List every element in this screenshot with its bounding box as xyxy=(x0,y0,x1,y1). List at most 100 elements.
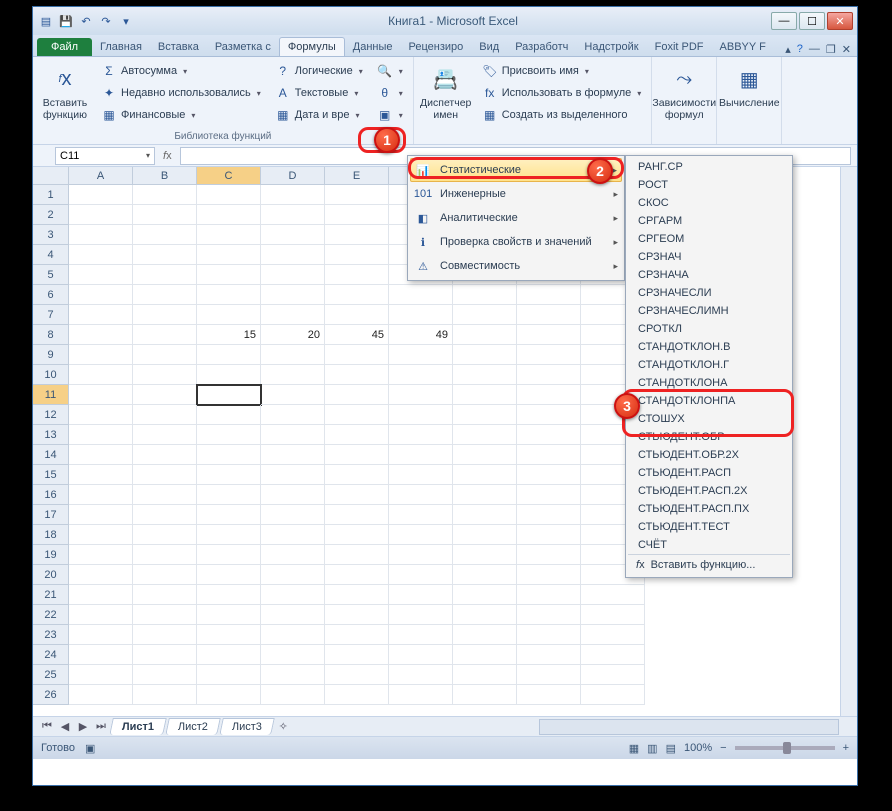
cell-E7[interactable] xyxy=(325,305,389,325)
cell-D17[interactable] xyxy=(261,505,325,525)
cell-G12[interactable] xyxy=(453,405,517,425)
tab-review[interactable]: Рецензиро xyxy=(401,38,472,56)
cell-L24[interactable] xyxy=(581,645,645,665)
close-button[interactable]: ✕ xyxy=(827,12,853,30)
cell-F9[interactable] xyxy=(389,345,453,365)
menu-item-аналитические[interactable]: ◧Аналитические▸ xyxy=(410,206,622,230)
cell-L23[interactable] xyxy=(581,625,645,645)
cell-D14[interactable] xyxy=(261,445,325,465)
function-item-СТАНДОТКЛОНПА[interactable]: СТАНДОТКЛОНПА xyxy=(628,392,790,410)
financial-button[interactable]: ▦Финансовые▾ xyxy=(97,105,265,125)
cell-B6[interactable] xyxy=(133,285,197,305)
cell-B20[interactable] xyxy=(133,565,197,585)
function-item-СРГАРМ[interactable]: СРГАРМ xyxy=(628,212,790,230)
cell-D4[interactable] xyxy=(261,245,325,265)
cell-D7[interactable] xyxy=(261,305,325,325)
function-item-СТЬЮДЕНТ.ТЕСТ[interactable]: СТЬЮДЕНТ.ТЕСТ xyxy=(628,518,790,536)
row-header-26[interactable]: 26 xyxy=(33,685,69,705)
column-header-D[interactable]: D xyxy=(261,167,325,185)
cell-B10[interactable] xyxy=(133,365,197,385)
cell-E22[interactable] xyxy=(325,605,389,625)
cell-H7[interactable] xyxy=(517,305,581,325)
cell-A12[interactable] xyxy=(69,405,133,425)
cell-A26[interactable] xyxy=(69,685,133,705)
cell-B2[interactable] xyxy=(133,205,197,225)
cell-A9[interactable] xyxy=(69,345,133,365)
row-header-13[interactable]: 13 xyxy=(33,425,69,445)
cell-C13[interactable] xyxy=(197,425,261,445)
row-headers[interactable]: 1234567891011121314151617181920212223242… xyxy=(33,185,69,705)
cell-E20[interactable] xyxy=(325,565,389,585)
function-item-СТАНДОТКЛОНА[interactable]: СТАНДОТКЛОНА xyxy=(628,374,790,392)
row-header-4[interactable]: 4 xyxy=(33,245,69,265)
cell-B9[interactable] xyxy=(133,345,197,365)
cell-G21[interactable] xyxy=(453,585,517,605)
cell-D21[interactable] xyxy=(261,585,325,605)
calculation-button[interactable]: ▦ Вычисление xyxy=(723,61,775,142)
function-item-РАНГ.СР[interactable]: РАНГ.СР xyxy=(628,158,790,176)
cell-L21[interactable] xyxy=(581,585,645,605)
cell-D15[interactable] xyxy=(261,465,325,485)
cell-H19[interactable] xyxy=(517,545,581,565)
tab-insert[interactable]: Вставка xyxy=(150,38,207,56)
cell-B21[interactable] xyxy=(133,585,197,605)
column-header-A[interactable]: A xyxy=(69,167,133,185)
row-header-12[interactable]: 12 xyxy=(33,405,69,425)
tab-abbyy[interactable]: ABBYY F xyxy=(712,38,774,56)
cell-A5[interactable] xyxy=(69,265,133,285)
cell-G9[interactable] xyxy=(453,345,517,365)
cell-F17[interactable] xyxy=(389,505,453,525)
cell-H18[interactable] xyxy=(517,525,581,545)
cell-G6[interactable] xyxy=(453,285,517,305)
function-item-СТЬЮДЕНТ.ОБР[interactable]: СТЬЮДЕНТ.ОБР xyxy=(628,428,790,446)
cell-E12[interactable] xyxy=(325,405,389,425)
function-item-СРГЕОМ[interactable]: СРГЕОМ xyxy=(628,230,790,248)
cell-D20[interactable] xyxy=(261,565,325,585)
row-header-24[interactable]: 24 xyxy=(33,645,69,665)
help-icon[interactable]: ? xyxy=(797,43,803,56)
cell-C21[interactable] xyxy=(197,585,261,605)
cell-E19[interactable] xyxy=(325,545,389,565)
lookup-button[interactable]: 🔍▾ xyxy=(373,61,407,81)
column-header-B[interactable]: B xyxy=(133,167,197,185)
cell-C22[interactable] xyxy=(197,605,261,625)
undo-icon[interactable]: ↶ xyxy=(77,12,95,30)
cell-A11[interactable] xyxy=(69,385,133,405)
name-manager-button[interactable]: 📇 Диспетчер имен xyxy=(420,61,472,142)
cell-F20[interactable] xyxy=(389,565,453,585)
cell-A8[interactable] xyxy=(69,325,133,345)
cell-B25[interactable] xyxy=(133,665,197,685)
cell-A14[interactable] xyxy=(69,445,133,465)
cell-C12[interactable] xyxy=(197,405,261,425)
function-item-СТАНДОТКЛОН.В[interactable]: СТАНДОТКЛОН.В xyxy=(628,338,790,356)
cell-D23[interactable] xyxy=(261,625,325,645)
cell-G11[interactable] xyxy=(453,385,517,405)
cell-F23[interactable] xyxy=(389,625,453,645)
tab-formulas[interactable]: Формулы xyxy=(279,37,345,56)
cell-C16[interactable] xyxy=(197,485,261,505)
cell-B11[interactable] xyxy=(133,385,197,405)
cell-D24[interactable] xyxy=(261,645,325,665)
function-item-СТЬЮДЕНТ.РАСП[interactable]: СТЬЮДЕНТ.РАСП xyxy=(628,464,790,482)
row-header-5[interactable]: 5 xyxy=(33,265,69,285)
cell-F14[interactable] xyxy=(389,445,453,465)
cell-B15[interactable] xyxy=(133,465,197,485)
redo-icon[interactable]: ↷ xyxy=(97,12,115,30)
view-normal-icon[interactable]: ▦ xyxy=(629,742,639,755)
row-header-16[interactable]: 16 xyxy=(33,485,69,505)
cell-D22[interactable] xyxy=(261,605,325,625)
cell-G22[interactable] xyxy=(453,605,517,625)
cell-B17[interactable] xyxy=(133,505,197,525)
row-header-3[interactable]: 3 xyxy=(33,225,69,245)
cell-G8[interactable] xyxy=(453,325,517,345)
cell-B13[interactable] xyxy=(133,425,197,445)
cell-E26[interactable] xyxy=(325,685,389,705)
cell-G16[interactable] xyxy=(453,485,517,505)
cell-E17[interactable] xyxy=(325,505,389,525)
cell-H12[interactable] xyxy=(517,405,581,425)
cell-C6[interactable] xyxy=(197,285,261,305)
sheet-tab-2[interactable]: Лист2 xyxy=(165,718,221,735)
insert-function-button[interactable]: fx Вставить функцию xyxy=(39,61,91,129)
cell-D16[interactable] xyxy=(261,485,325,505)
name-box[interactable]: C11▾ xyxy=(55,147,155,165)
